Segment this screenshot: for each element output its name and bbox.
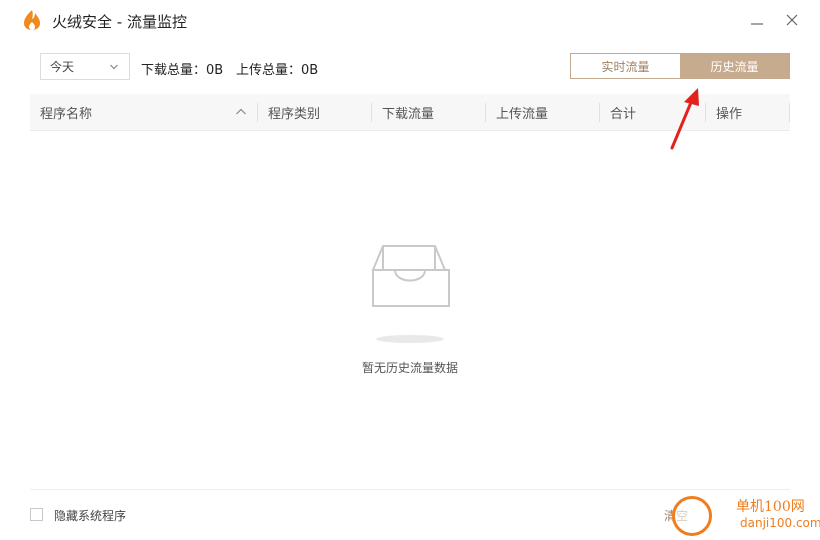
- watermark-url: danji100.com: [740, 516, 820, 530]
- column-divider: [789, 103, 790, 122]
- traffic-mode-tabs: 实时流量 历史流量: [570, 53, 790, 79]
- column-header-download-traffic[interactable]: 下载流量: [382, 94, 434, 131]
- red-arrow-annotation: [670, 88, 699, 150]
- empty-state-message: 暂无历史流量数据: [361, 361, 458, 375]
- column-header-total[interactable]: 合计: [610, 94, 636, 131]
- watermark-logo-icon: [672, 496, 712, 536]
- minimize-button[interactable]: [745, 8, 769, 32]
- column-header-program-name[interactable]: 程序名称: [40, 94, 92, 131]
- date-range-select[interactable]: 今天: [40, 53, 130, 80]
- upload-total: 上传总量：0B: [236, 63, 319, 78]
- download-total: 下载总量：0B: [141, 63, 224, 78]
- toolbar: 今天 下载总量：0B 上传总量：0B 实时流量 历史流量: [0, 50, 820, 84]
- title-bar: 火绒安全 - 流量监控: [0, 0, 820, 40]
- column-divider: [371, 103, 372, 122]
- site-watermark: 单机100网 danji100.com: [670, 494, 820, 540]
- hide-system-checkbox[interactable]: [30, 508, 43, 521]
- fire-logo-icon: [24, 10, 40, 30]
- window-title: 火绒安全 - 流量监控: [52, 13, 187, 31]
- column-divider: [257, 103, 258, 122]
- column-divider: [485, 103, 486, 122]
- column-header-upload-traffic[interactable]: 上传流量: [496, 94, 548, 131]
- column-header-program-category[interactable]: 程序类别: [268, 94, 320, 131]
- minimize-icon: [751, 23, 763, 25]
- footer-divider: [30, 489, 790, 490]
- empty-tray-icon: [371, 245, 450, 343]
- tab-realtime-traffic[interactable]: 实时流量: [571, 54, 680, 78]
- column-header-actions[interactable]: 操作: [716, 94, 742, 131]
- column-divider: [599, 103, 600, 122]
- date-range-value: 今天: [50, 60, 75, 74]
- tab-history-traffic[interactable]: 历史流量: [680, 54, 789, 78]
- hide-system-label[interactable]: 隐藏系统程序: [54, 507, 126, 524]
- watermark-text: 单机100网: [736, 499, 805, 515]
- sort-ascending-icon[interactable]: [235, 107, 247, 117]
- close-icon: [786, 14, 798, 26]
- close-button[interactable]: [780, 8, 804, 32]
- chevron-down-icon: [110, 64, 118, 70]
